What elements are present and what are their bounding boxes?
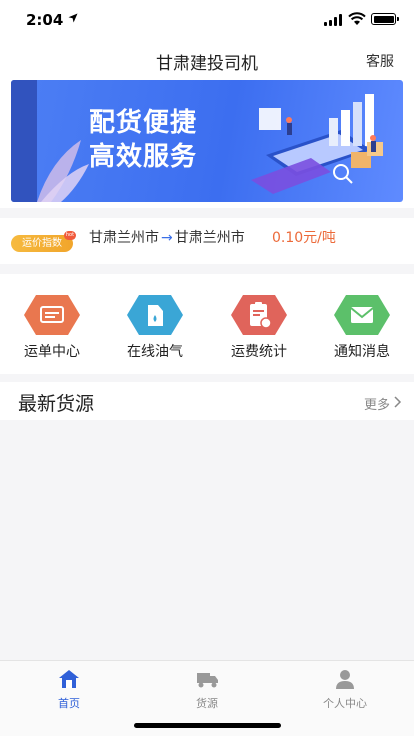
waybill-center-button[interactable]: 运单中心 <box>0 293 104 361</box>
banner-section: 配货便捷 高效服务 <box>0 80 414 208</box>
message-icon <box>334 295 390 335</box>
tab-home-label: 首页 <box>58 697 80 710</box>
quick-actions: 运单中心 在线油气 运费统计 通知消息 <box>0 274 414 374</box>
tab-profile[interactable]: 个人中心 <box>276 669 414 711</box>
banner-illustration <box>11 80 383 202</box>
tab-goods[interactable]: 货源 <box>138 669 276 711</box>
notifications-label: 通知消息 <box>334 344 390 360</box>
freight-stats-icon <box>231 295 287 335</box>
tab-profile-label: 个人中心 <box>323 697 367 710</box>
price-value: 0.10元/吨 <box>272 230 336 246</box>
route-origin: 甘肃兰州市 <box>89 230 159 246</box>
more-link[interactable]: 更多 <box>364 394 390 413</box>
online-fuel-label: 在线油气 <box>127 344 183 360</box>
status-time: 2:04 <box>26 11 64 29</box>
price-index-row[interactable]: 运价指数 hot 甘肃兰州市 → 甘肃兰州市 0.10元/吨 <box>0 218 414 264</box>
route: 甘肃兰州市 → 甘肃兰州市 <box>89 227 245 247</box>
notifications-button[interactable]: 通知消息 <box>310 293 414 361</box>
truck-icon <box>197 673 218 688</box>
banner-text: 配货便捷 高效服务 <box>89 106 197 174</box>
status-bar: 2:04 <box>0 0 414 40</box>
route-destination: 甘肃兰州市 <box>174 230 245 246</box>
online-fuel-button[interactable]: 在线油气 <box>103 293 207 361</box>
home-indicator <box>134 723 281 728</box>
nav-bar: 甘肃建投司机 客服 <box>0 40 414 80</box>
hot-badge: hot <box>64 231 76 240</box>
tab-home[interactable]: 首页 <box>0 669 138 711</box>
fuel-icon <box>127 295 183 335</box>
cellular-signal-icon <box>324 14 344 26</box>
freight-stats-button[interactable]: 运费统计 <box>207 293 311 361</box>
page-title: 甘肃建投司机 <box>156 54 258 74</box>
tab-goods-label: 货源 <box>196 697 218 710</box>
chevron-right-icon[interactable] <box>394 396 402 408</box>
location-arrow-icon <box>68 13 78 23</box>
person-icon <box>336 670 354 689</box>
home-icon <box>59 670 79 688</box>
banner-line-1: 配货便捷 <box>89 108 198 138</box>
route-arrow-icon: → <box>161 230 173 246</box>
latest-goods-title: 最新货源 <box>18 393 95 415</box>
banner-line-2: 高效服务 <box>89 142 198 172</box>
latest-goods-header: 最新货源 更多 <box>0 382 414 420</box>
waybill-icon <box>24 295 80 335</box>
waybill-center-label: 运单中心 <box>24 344 80 360</box>
freight-stats-label: 运费统计 <box>231 344 287 360</box>
promo-banner[interactable]: 配货便捷 高效服务 <box>11 80 403 202</box>
battery-icon <box>371 13 399 25</box>
customer-service-button[interactable]: 客服 <box>366 51 394 71</box>
wifi-icon <box>348 12 366 25</box>
